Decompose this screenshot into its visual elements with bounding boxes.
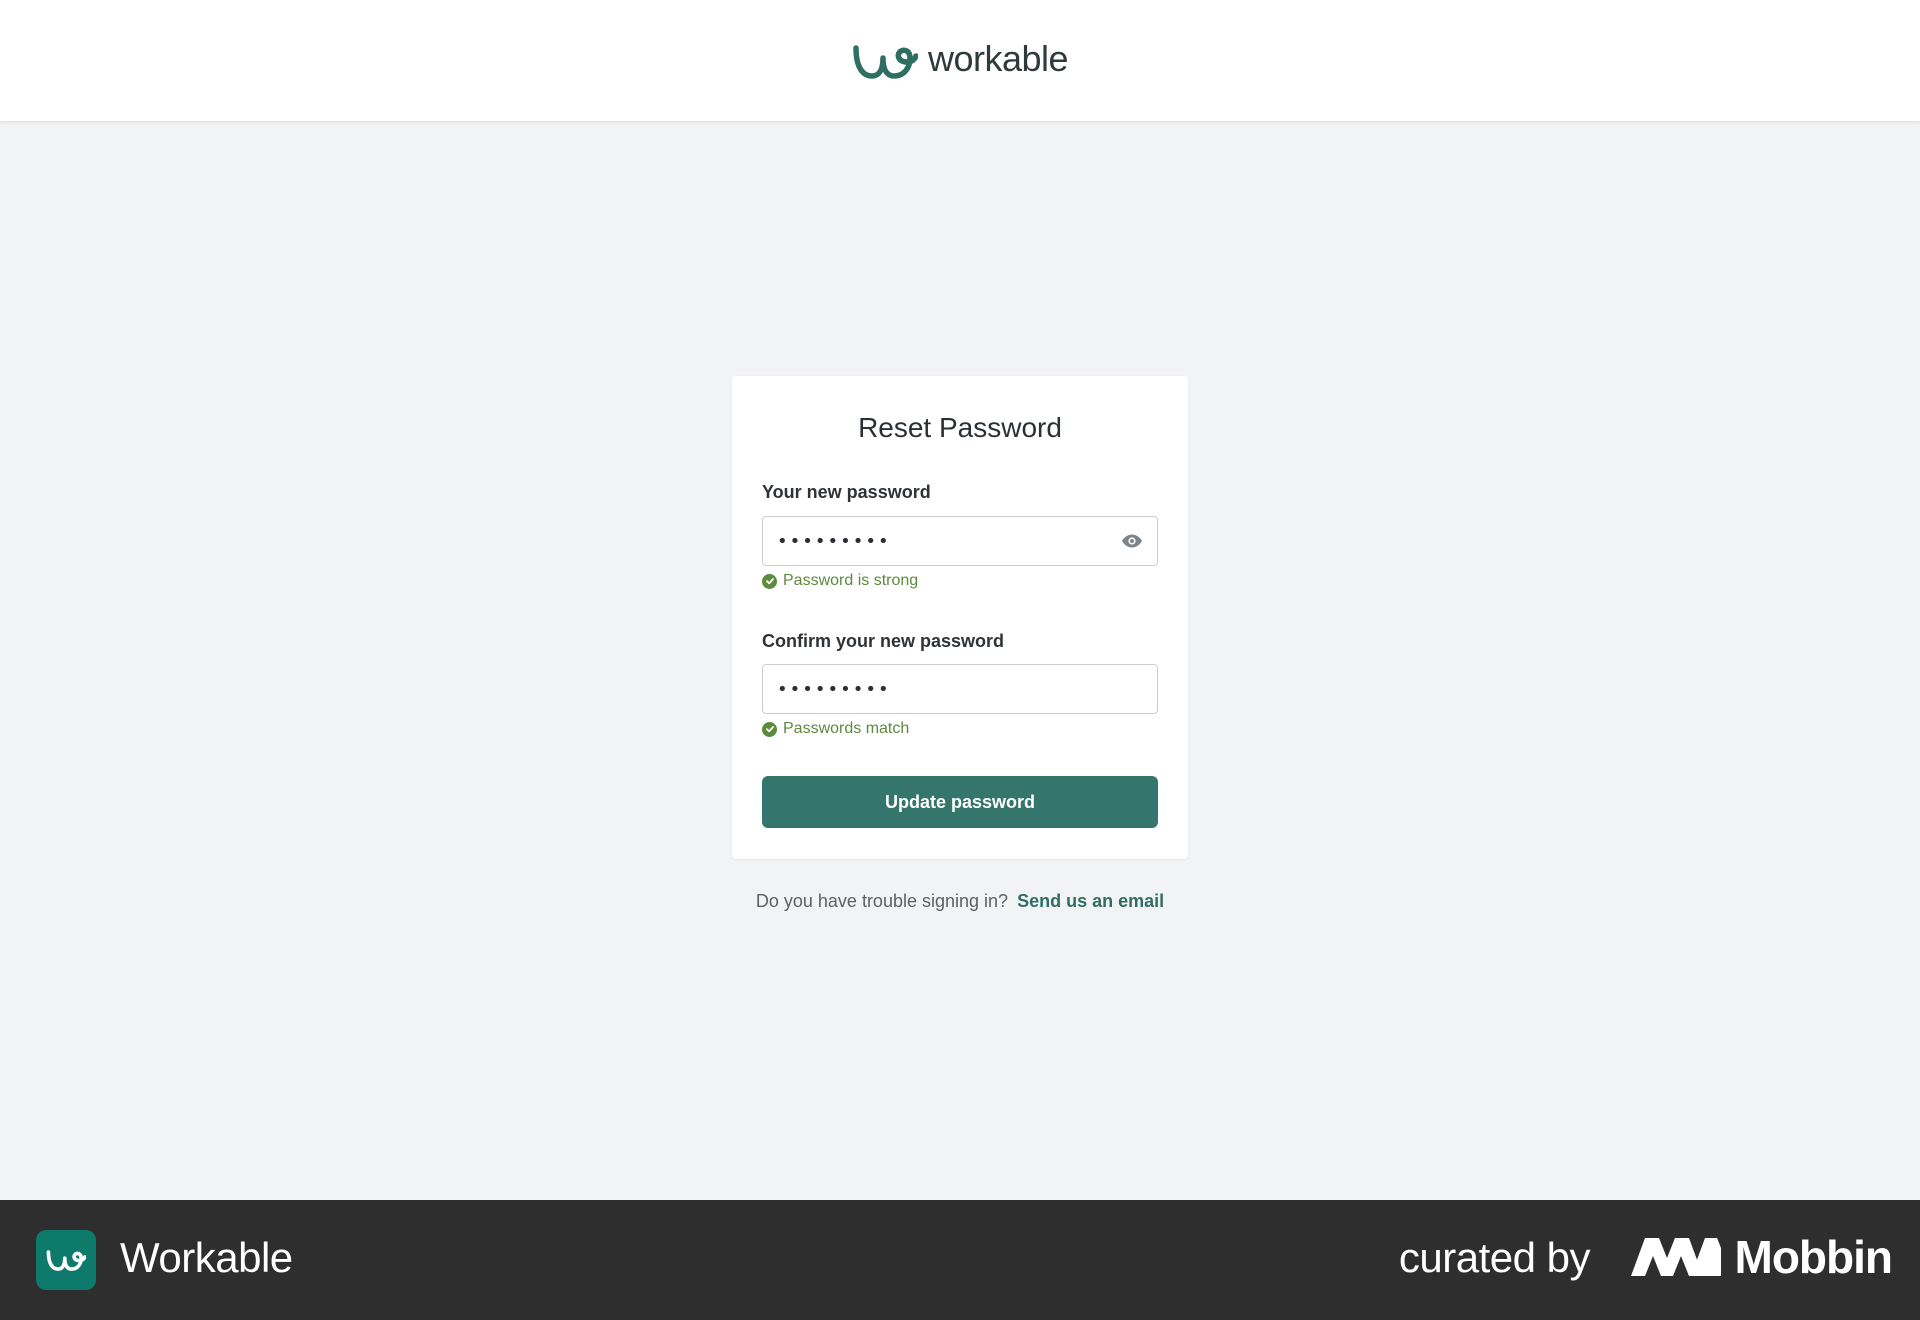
mobbin-wordmark: Mobbin xyxy=(1734,1231,1893,1283)
curated-by-text: curated by xyxy=(1398,1234,1591,1281)
footer-bar: Workable curated by Mobbin xyxy=(0,1200,1920,1320)
confirm-password-field xyxy=(762,664,1158,714)
password-match-status: Passwords match xyxy=(762,720,909,738)
mobbin-logo: Mobbin xyxy=(1630,1230,1893,1284)
help-text: Do you have trouble signing in? Send us … xyxy=(0,891,1920,912)
password-strength-text: Password is strong xyxy=(783,572,919,589)
page-title: Reset Password xyxy=(858,412,1062,443)
mobbin-logo-icon xyxy=(1630,1234,1721,1281)
workable-app-icon xyxy=(36,1230,96,1290)
confirm-password-input[interactable] xyxy=(763,665,1157,713)
reset-password-card: Reset Password Your new password Passwor… xyxy=(732,376,1188,859)
new-password-input[interactable] xyxy=(763,517,1107,565)
brand-logo[interactable]: workable xyxy=(852,0,1069,121)
confirm-password-label: Confirm your new password xyxy=(762,631,1005,651)
password-strength-status: Password is strong xyxy=(762,572,918,590)
help-question: Do you have trouble signing in? xyxy=(755,891,1009,911)
check-circle-icon xyxy=(762,721,777,737)
app-name: Workable xyxy=(120,1234,293,1281)
password-match-text: Passwords match xyxy=(783,720,910,737)
eye-icon[interactable] xyxy=(1107,517,1157,565)
new-password-label: Your new password xyxy=(762,482,931,502)
update-password-button[interactable]: Update password xyxy=(762,776,1158,828)
top-bar: workable xyxy=(0,0,1920,121)
send-email-link[interactable]: Send us an email xyxy=(1017,891,1164,911)
workable-logo-icon xyxy=(852,42,918,80)
check-circle-icon xyxy=(762,573,777,589)
brand-wordmark: workable xyxy=(927,37,1069,79)
new-password-field xyxy=(762,516,1158,566)
